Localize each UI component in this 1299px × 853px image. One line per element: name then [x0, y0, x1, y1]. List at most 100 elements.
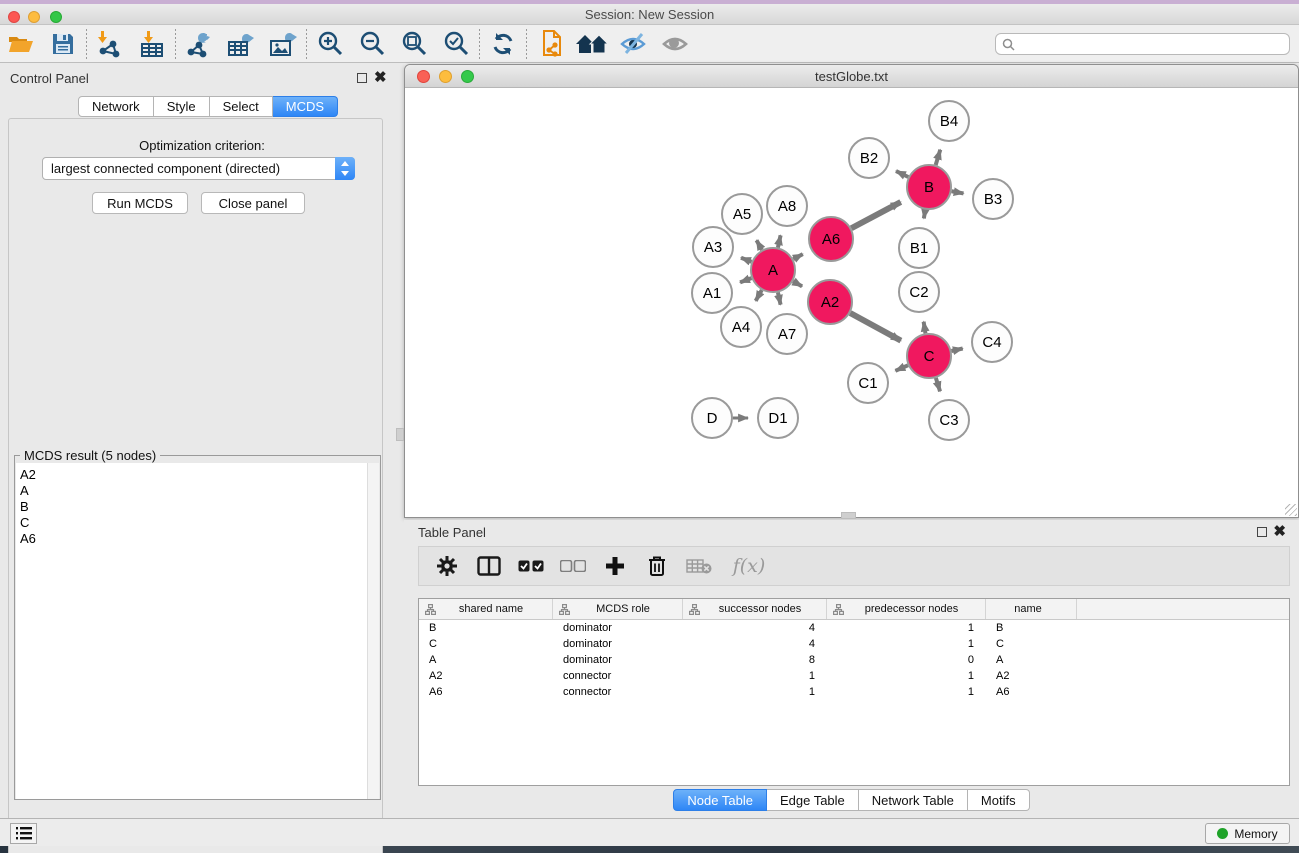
mcds-result-list[interactable]: A2ABCA6: [16, 463, 369, 799]
edge-B-B2[interactable]: [896, 171, 908, 177]
node-A2[interactable]: A2: [808, 280, 852, 324]
close-panel-icon[interactable]: ✖: [374, 68, 387, 86]
edge-C-C4[interactable]: [951, 349, 962, 352]
delete-table-icon[interactable]: [685, 552, 713, 580]
zoom-selected-icon[interactable]: [435, 27, 477, 61]
edge-B-B4[interactable]: [936, 150, 941, 165]
edge-A-A6[interactable]: [793, 254, 802, 259]
column-header-shared-name[interactable]: shared name: [419, 599, 553, 619]
columns-icon[interactable]: [475, 552, 503, 580]
node-B1[interactable]: B1: [899, 228, 939, 268]
node-A4[interactable]: A4: [721, 307, 761, 347]
tab-motifs[interactable]: Motifs: [968, 789, 1030, 811]
tab-node-table[interactable]: Node Table: [673, 789, 767, 811]
clone-network-icon[interactable]: [529, 27, 571, 61]
open-session-icon[interactable]: [0, 27, 42, 61]
edge-C-C3[interactable]: [936, 378, 940, 391]
result-item[interactable]: A2: [20, 467, 369, 483]
float-panel-icon[interactable]: [357, 73, 367, 83]
float-table-panel-icon[interactable]: [1257, 527, 1267, 537]
edge-A-A7[interactable]: [778, 292, 781, 304]
column-header-predecessor-nodes[interactable]: predecessor nodes: [827, 599, 986, 619]
import-network-icon[interactable]: [89, 27, 131, 61]
edge-A6-B[interactable]: [851, 202, 900, 228]
export-network-icon[interactable]: [178, 27, 220, 61]
select-all-icon[interactable]: [517, 552, 545, 580]
edge-A-A1[interactable]: [740, 278, 751, 282]
network-canvas[interactable]: B4 B2 B B3 A8A5 A6 A3 B1 A A1 C2 A2 A4A7 C4 C C1 C3 D D1: [406, 89, 1297, 517]
delete-icon[interactable]: [643, 552, 671, 580]
node-D1[interactable]: D1: [758, 398, 798, 438]
node-C4[interactable]: C4: [972, 322, 1012, 362]
hide-panels-icon[interactable]: [613, 27, 655, 61]
node-D[interactable]: D: [692, 398, 732, 438]
table-row[interactable]: A6connector11A6: [419, 684, 1289, 700]
column-header-name[interactable]: name: [986, 599, 1077, 619]
node-A7[interactable]: A7: [767, 314, 807, 354]
node-C1[interactable]: C1: [848, 363, 888, 403]
function-builder-button[interactable]: f(x): [727, 552, 771, 580]
save-session-icon[interactable]: [42, 27, 84, 61]
table-row[interactable]: A2connector11A2: [419, 668, 1289, 684]
close-table-panel-icon[interactable]: ✖: [1273, 522, 1286, 540]
tab-style[interactable]: Style: [154, 96, 210, 117]
import-table-icon[interactable]: [131, 27, 173, 61]
column-header-MCDS-role[interactable]: MCDS role: [553, 599, 683, 619]
node-A5[interactable]: A5: [722, 194, 762, 234]
gear-icon[interactable]: [433, 552, 461, 580]
node-A6[interactable]: A6: [809, 217, 853, 261]
criterion-dropdown[interactable]: largest connected component (directed): [42, 157, 355, 180]
node-A[interactable]: A: [751, 248, 795, 292]
export-table-icon[interactable]: [220, 27, 262, 61]
node-C2[interactable]: C2: [899, 272, 939, 312]
window-resize-grip[interactable]: [1285, 504, 1297, 516]
zoom-out-icon[interactable]: [351, 27, 393, 61]
tab-select[interactable]: Select: [210, 96, 273, 117]
edge-A-A2[interactable]: [793, 281, 802, 286]
edge-A-A8[interactable]: [778, 235, 781, 247]
result-item[interactable]: A: [20, 483, 369, 499]
tab-network-table[interactable]: Network Table: [859, 789, 968, 811]
export-image-icon[interactable]: [262, 27, 304, 61]
edge-A2-C[interactable]: [850, 313, 901, 341]
edge-B-B1[interactable]: [924, 210, 925, 219]
memory-button[interactable]: Memory: [1205, 823, 1290, 844]
add-icon[interactable]: [601, 552, 629, 580]
node-A8[interactable]: A8: [767, 186, 807, 226]
edge-C-C2[interactable]: [924, 322, 926, 334]
home-icon[interactable]: [571, 27, 613, 61]
splitter-grip-bottom[interactable]: [841, 512, 856, 519]
result-item[interactable]: B: [20, 499, 369, 515]
node-C[interactable]: C: [907, 334, 951, 378]
zoom-fit-icon[interactable]: [393, 27, 435, 61]
tab-edge-table[interactable]: Edge Table: [767, 789, 859, 811]
table-row[interactable]: Adominator80A: [419, 652, 1289, 668]
edge-C-C1[interactable]: [895, 365, 908, 371]
run-mcds-button[interactable]: Run MCDS: [92, 192, 188, 214]
node-A1[interactable]: A1: [692, 273, 732, 313]
node-B[interactable]: B: [907, 165, 951, 209]
zoom-in-icon[interactable]: [309, 27, 351, 61]
node-B4[interactable]: B4: [929, 101, 969, 141]
node-table[interactable]: shared nameMCDS rolesuccessor nodesprede…: [418, 598, 1290, 786]
result-list-scrollbar[interactable]: [367, 463, 379, 799]
edge-A-A5[interactable]: [757, 240, 762, 250]
node-B2[interactable]: B2: [849, 138, 889, 178]
edge-B-B3[interactable]: [952, 191, 964, 193]
node-table-header[interactable]: shared nameMCDS rolesuccessor nodesprede…: [419, 599, 1289, 620]
column-header-successor-nodes[interactable]: successor nodes: [683, 599, 827, 619]
show-panels-icon[interactable]: [655, 27, 697, 61]
refresh-icon[interactable]: [482, 27, 524, 61]
tab-mcds[interactable]: MCDS: [273, 96, 338, 117]
search-input[interactable]: [1019, 35, 1289, 53]
node-A3[interactable]: A3: [693, 227, 733, 267]
edge-A-A3[interactable]: [741, 258, 752, 262]
close-panel-button[interactable]: Close panel: [201, 192, 305, 214]
node-C3[interactable]: C3: [929, 400, 969, 440]
network-window-titlebar[interactable]: testGlobe.txt: [405, 65, 1298, 88]
tab-network[interactable]: Network: [78, 96, 154, 117]
node-B3[interactable]: B3: [973, 179, 1013, 219]
table-row[interactable]: Bdominator41B: [419, 620, 1289, 636]
splitter-grip-left[interactable]: [396, 428, 404, 441]
search-box[interactable]: [995, 33, 1290, 55]
